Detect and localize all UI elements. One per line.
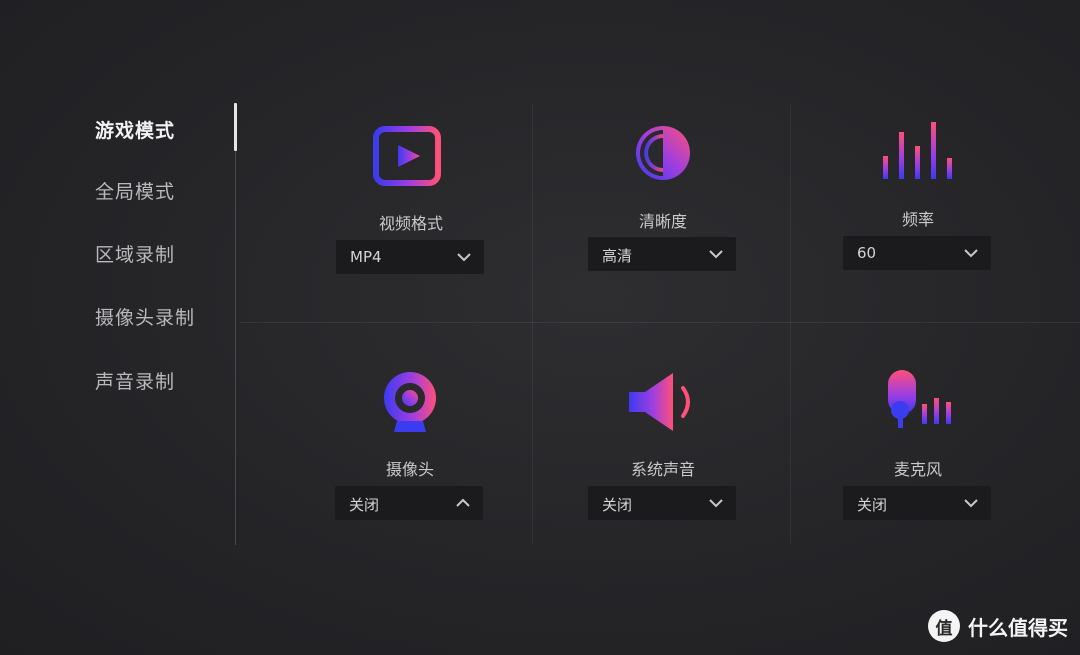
chevron-down-icon	[709, 499, 723, 508]
chevron-down-icon	[964, 249, 978, 258]
video-format-dropdown[interactable]: MP4	[336, 240, 484, 274]
system-audio-dropdown[interactable]: 关闭	[588, 486, 736, 520]
clarity-label: 清晰度	[638, 212, 687, 231]
contrast-circle-icon	[623, 124, 703, 194]
webcam-icon	[370, 372, 450, 442]
video-play-icon	[371, 126, 451, 196]
chevron-down-icon	[457, 253, 471, 262]
watermark-badge-text: 值	[935, 618, 953, 639]
microphone-dropdown[interactable]: 关闭	[843, 486, 991, 520]
sidebar-item-camera-record[interactable]: 摄像头录制	[95, 303, 195, 330]
microphone-value: 关闭	[857, 496, 888, 514]
video-format-value: MP4	[350, 248, 382, 266]
frequency-value: 60	[857, 244, 877, 262]
grid-divider	[790, 105, 791, 545]
sidebar-active-indicator	[234, 103, 237, 151]
camera-value: 关闭	[349, 496, 380, 514]
camera-label: 摄像头	[385, 460, 434, 479]
grid-divider	[532, 105, 533, 545]
microphone-label: 麦克风	[893, 460, 942, 479]
sidebar-divider	[235, 105, 236, 545]
grid-divider	[240, 322, 1080, 323]
speaker-icon	[623, 372, 703, 442]
frequency-dropdown[interactable]: 60	[843, 236, 991, 270]
chevron-down-icon	[709, 250, 723, 259]
frequency-label: 频率	[901, 210, 934, 229]
system-audio-label: 系统声音	[630, 460, 695, 479]
clarity-value: 高清	[602, 247, 633, 265]
chevron-down-icon	[964, 499, 978, 508]
sidebar-item-game-mode[interactable]: 游戏模式	[95, 116, 175, 143]
clarity-dropdown[interactable]: 高清	[588, 237, 736, 271]
sidebar-item-region-record[interactable]: 区域录制	[95, 240, 175, 267]
sidebar-item-global-mode[interactable]: 全局模式	[95, 177, 175, 204]
sidebar-item-audio-record[interactable]: 声音录制	[95, 367, 175, 394]
mode-sidebar: 游戏模式 全局模式 区域录制 摄像头录制 声音录制	[0, 0, 238, 655]
system-audio-value: 关闭	[602, 496, 633, 514]
video-format-label: 视频格式	[378, 214, 443, 233]
site-watermark: 值 什么值得买	[928, 609, 1068, 643]
chevron-up-icon	[456, 498, 470, 507]
watermark-badge: 值	[928, 610, 960, 642]
equalizer-bars-icon	[878, 120, 958, 190]
camera-dropdown[interactable]: 关闭	[335, 486, 483, 520]
microphone-icon	[878, 370, 958, 440]
watermark-text: 什么值得买	[968, 615, 1068, 640]
